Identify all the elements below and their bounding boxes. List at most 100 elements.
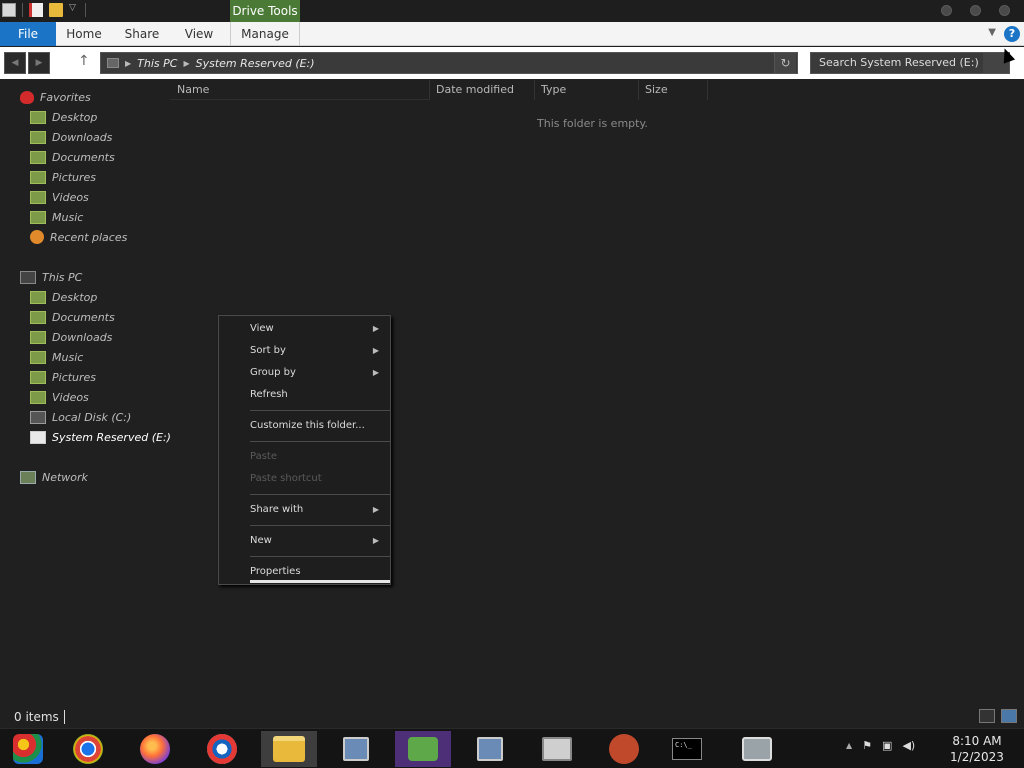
nav-pc-local-disk[interactable]: Local Disk (C:)	[30, 408, 131, 426]
nav-pc-downloads[interactable]: Downloads	[30, 328, 112, 346]
nav-network[interactable]: Network	[20, 468, 88, 486]
nav-favorites[interactable]: Favorites	[20, 88, 91, 106]
downloads-folder-icon	[30, 130, 46, 144]
up-button[interactable]: ↑	[78, 53, 90, 69]
taskbar-network-setup[interactable]	[462, 731, 518, 767]
menu-item-label: Group by	[250, 367, 296, 378]
search-input[interactable]: Search System Reserved (E:)	[810, 52, 1010, 74]
documents-folder-icon	[30, 150, 46, 164]
taskbar-chrome[interactable]	[60, 731, 116, 767]
menu-item-sort-by[interactable]: Sort by ▶	[250, 341, 385, 361]
help-icon[interactable]: ?	[1004, 26, 1020, 42]
menu-item-label: Properties	[250, 566, 301, 577]
show-hidden-icons-chevron-icon[interactable]: ▲	[846, 741, 852, 750]
submenu-arrow-icon: ▶	[372, 505, 379, 514]
nav-pc-pictures[interactable]: Pictures	[30, 368, 96, 386]
tab-manage[interactable]: Manage	[230, 22, 300, 46]
firefox-icon	[140, 734, 170, 764]
network-status-icon[interactable]: ▣	[882, 739, 892, 752]
volume-icon[interactable]: ◀)	[902, 739, 915, 752]
nav-pc-documents[interactable]: Documents	[30, 308, 115, 326]
properties-icon[interactable]	[29, 3, 43, 17]
navigation-pane: Favorites Desktop Downloads Documents Pi…	[0, 80, 171, 700]
start-icon	[13, 734, 43, 764]
nav-pc-desktop[interactable]: Desktop	[30, 288, 97, 306]
menu-item-properties[interactable]: Properties	[250, 562, 385, 582]
expand-ribbon-chevron-icon[interactable]: ▼	[988, 27, 996, 38]
menu-item-share-with[interactable]: Share with ▶	[250, 500, 385, 520]
menu-item-new[interactable]: New ▶	[250, 531, 385, 551]
nav-fav-downloads[interactable]: Downloads	[30, 128, 112, 146]
nav-fav-videos[interactable]: Videos	[30, 188, 89, 206]
back-button[interactable]: ◀	[4, 52, 26, 74]
breadcrumb-this-pc[interactable]: This PC	[137, 57, 177, 70]
tab-view[interactable]: View	[180, 22, 218, 46]
menu-item-view[interactable]: View ▶	[250, 319, 385, 339]
taskbar-ie[interactable]	[194, 731, 250, 767]
column-header-date-modified[interactable]: Date modified	[429, 80, 535, 100]
window-icon[interactable]	[2, 3, 16, 17]
nav-pc-music[interactable]: Music	[30, 348, 83, 366]
taskbar-remote-desktop[interactable]	[328, 731, 384, 767]
menu-item-customize-folder[interactable]: Customize this folder...	[250, 416, 385, 436]
nav-fav-desktop[interactable]: Desktop	[30, 108, 97, 126]
start-button[interactable]	[0, 731, 56, 767]
minimize-button[interactable]	[941, 5, 952, 16]
navigation-bar: ◀ ▶ ↑ ▶ This PC ▶ System Reserved (E:) ↻…	[0, 47, 1024, 79]
details-view-button[interactable]	[979, 709, 995, 723]
nav-item-label: Desktop	[52, 290, 98, 304]
nav-pc-videos[interactable]: Videos	[30, 388, 89, 406]
menu-separator	[250, 556, 390, 557]
taskbar-firefox[interactable]	[127, 731, 183, 767]
nav-item-label: Pictures	[52, 170, 97, 184]
taskbar-bird-app[interactable]	[596, 731, 652, 767]
close-button[interactable]	[999, 5, 1010, 16]
submenu-arrow-icon: ▶	[372, 536, 379, 545]
new-folder-icon[interactable]	[49, 3, 63, 17]
column-header-name[interactable]: Name	[170, 80, 430, 100]
nav-this-pc[interactable]: This PC	[20, 268, 82, 286]
menu-item-refresh[interactable]: Refresh	[250, 385, 385, 405]
submenu-arrow-icon: ▶	[372, 324, 379, 333]
breadcrumb-arrow-icon[interactable]: ▶	[183, 59, 189, 68]
menu-separator	[250, 525, 390, 526]
nav-fav-recent-places[interactable]: Recent places	[30, 228, 127, 246]
quick-access-toolbar: ▽	[2, 3, 86, 17]
menu-item-paste: Paste	[250, 447, 385, 467]
action-center-flag-icon[interactable]: ⚑	[862, 739, 872, 752]
menu-item-group-by[interactable]: Group by ▶	[250, 363, 385, 383]
refresh-button[interactable]: ↻	[774, 53, 796, 73]
desktop-icon	[30, 290, 46, 304]
menu-item-label: Refresh	[250, 389, 288, 400]
taskbar-people[interactable]	[395, 731, 451, 767]
nav-item-label: Downloads	[52, 130, 113, 144]
search-placeholder: Search System Reserved (E:)	[819, 56, 979, 69]
taskbar-disk-tool[interactable]	[729, 731, 785, 767]
clock[interactable]: 8:10 AM 1/2/2023	[942, 733, 1012, 765]
nav-fav-documents[interactable]: Documents	[30, 148, 115, 166]
nav-item-label: Videos	[52, 190, 89, 204]
customize-toolbar-chevron-icon[interactable]: ▽	[69, 3, 79, 17]
bird-app-icon	[609, 734, 639, 764]
forward-button[interactable]: ▶	[28, 52, 50, 74]
window-controls	[941, 5, 1010, 16]
menu-separator	[250, 441, 390, 442]
taskbar-file-explorer[interactable]	[261, 731, 317, 767]
nav-pc-system-reserved[interactable]: System Reserved (E:)	[30, 428, 171, 446]
taskbar-archive[interactable]	[529, 731, 585, 767]
taskbar-command-prompt[interactable]: C:\_	[659, 731, 715, 767]
breadcrumb-arrow-icon[interactable]: ▶	[125, 59, 131, 68]
tab-home[interactable]: Home	[58, 22, 110, 46]
context-menu: View ▶ Sort by ▶ Group by ▶ Refresh Cust…	[218, 315, 391, 585]
tab-share[interactable]: Share	[118, 22, 166, 46]
nav-fav-pictures[interactable]: Pictures	[30, 168, 96, 186]
nav-fav-music[interactable]: Music	[30, 208, 83, 226]
large-icons-view-button[interactable]	[1001, 709, 1017, 723]
breadcrumb-system-reserved[interactable]: System Reserved (E:)	[196, 57, 315, 70]
tab-file[interactable]: File	[0, 22, 56, 46]
maximize-button[interactable]	[970, 5, 981, 16]
column-header-type[interactable]: Type	[534, 80, 639, 100]
column-header-size[interactable]: Size	[638, 80, 708, 100]
pictures-folder-icon	[30, 170, 46, 184]
address-bar[interactable]: ▶ This PC ▶ System Reserved (E:)	[100, 52, 798, 74]
